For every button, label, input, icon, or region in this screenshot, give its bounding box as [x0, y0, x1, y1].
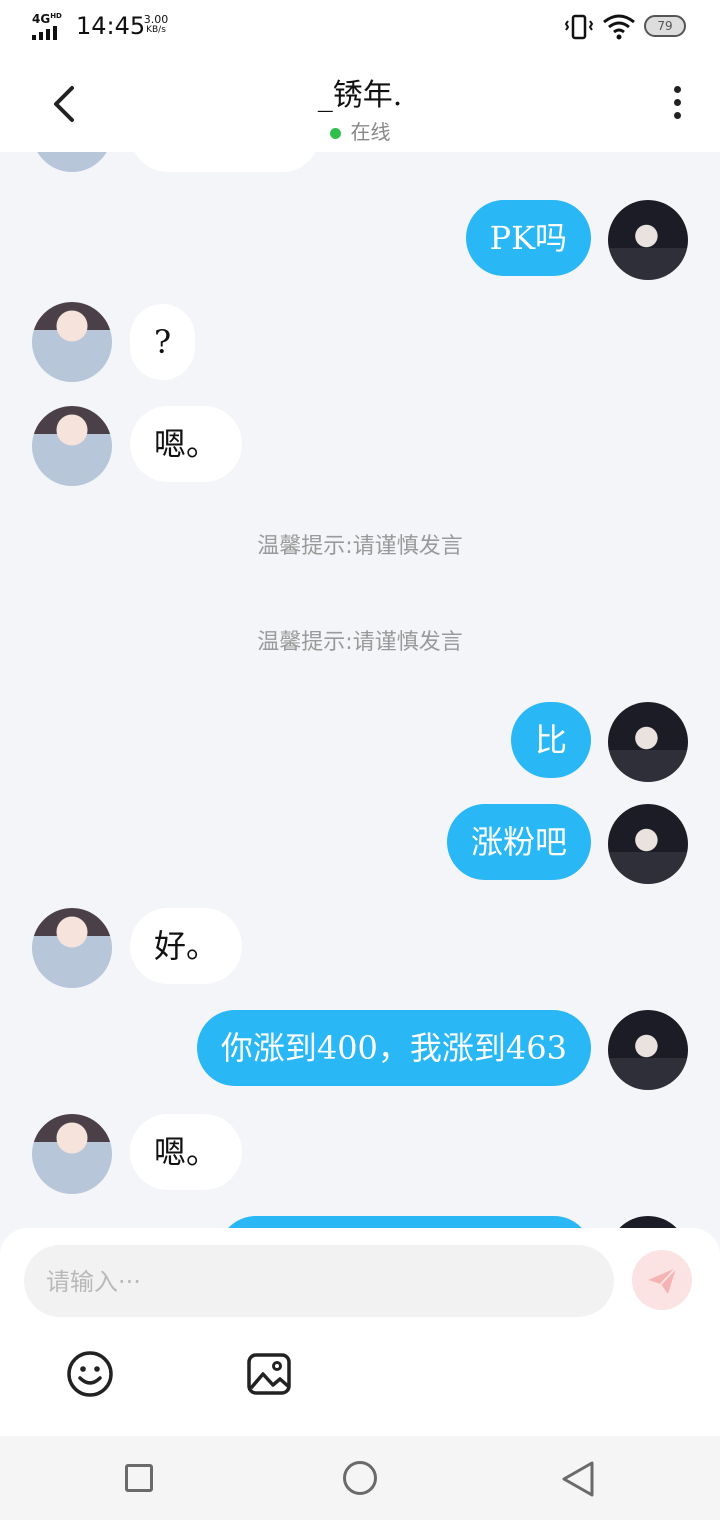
image-icon[interactable] — [246, 1352, 292, 1396]
system-notice: 温馨提示:请谨慎发言 — [257, 534, 463, 559]
my-avatar[interactable] — [608, 200, 688, 280]
contact-avatar[interactable] — [32, 302, 112, 382]
message-input-wrapper — [24, 1245, 614, 1319]
system-notice: 温馨提示:请谨慎发言 — [257, 630, 463, 655]
home-icon[interactable] — [343, 1461, 377, 1495]
status-bar: 4GHD 14:45 3.00 KB/s 79 — [0, 0, 720, 52]
vibrate-icon — [564, 14, 594, 40]
network-label: 4GHD — [32, 12, 62, 26]
back-triangle-icon[interactable] — [560, 1460, 596, 1498]
send-icon[interactable] — [632, 1250, 692, 1310]
signal-icon — [32, 26, 66, 40]
message-bubble-outgoing[interactable]: 涨粉吧 — [446, 804, 591, 880]
message-bubble-incoming[interactable]: 嗯。 — [130, 406, 243, 482]
contact-avatar[interactable] — [32, 1114, 112, 1194]
message-bubble-outgoing[interactable]: PK吗 — [465, 200, 591, 276]
my-avatar[interactable] — [608, 702, 688, 782]
my-avatar[interactable] — [608, 1216, 688, 1228]
contact-name: _锈年. — [317, 78, 403, 113]
contact-avatar[interactable] — [32, 406, 112, 486]
system-nav-bar — [0, 1436, 720, 1520]
status-time: 14:45 — [76, 12, 146, 40]
chat-title-block: _锈年. 在线 — [160, 70, 560, 145]
my-avatar[interactable] — [608, 804, 688, 884]
my-avatar[interactable] — [608, 1010, 688, 1090]
recent-apps-icon[interactable] — [125, 1464, 153, 1492]
signal-indicator: 4GHD — [32, 12, 72, 42]
chat-header: _锈年. 在线 — [0, 52, 720, 152]
online-status: 在线 — [160, 116, 560, 145]
message-bubble-partial[interactable] — [218, 1216, 592, 1228]
message-bubble-incoming[interactable]: 嗯。 — [130, 1114, 243, 1190]
network-speed: 3.00 KB/s — [143, 13, 169, 35]
message-bubble-partial[interactable] — [130, 152, 320, 172]
emoji-icon[interactable] — [66, 1350, 114, 1398]
contact-avatar[interactable] — [32, 908, 112, 988]
status-icons: 79 — [564, 12, 686, 42]
message-input[interactable] — [44, 1245, 588, 1319]
online-dot-icon — [329, 128, 341, 139]
more-vertical-icon[interactable] — [668, 86, 686, 126]
composer — [0, 1228, 720, 1436]
message-list[interactable]: PK吗 ? 嗯。 温馨提示:请谨慎发言 温馨提示:请谨慎发言 比 涨粉吧 好。 … — [0, 152, 720, 1228]
battery-icon: 79 — [644, 15, 686, 37]
contact-avatar[interactable] — [32, 152, 112, 172]
wifi-icon — [603, 14, 635, 40]
message-bubble-incoming[interactable]: ? — [130, 304, 196, 380]
message-bubble-outgoing[interactable]: 你涨到400，我涨到463 — [196, 1010, 591, 1086]
online-status-text: 在线 — [350, 120, 391, 144]
back-arrow-icon[interactable] — [42, 82, 86, 126]
message-bubble-outgoing[interactable]: 比 — [510, 702, 591, 778]
battery-level: 79 — [657, 19, 673, 33]
message-bubble-incoming[interactable]: 好。 — [130, 908, 243, 984]
